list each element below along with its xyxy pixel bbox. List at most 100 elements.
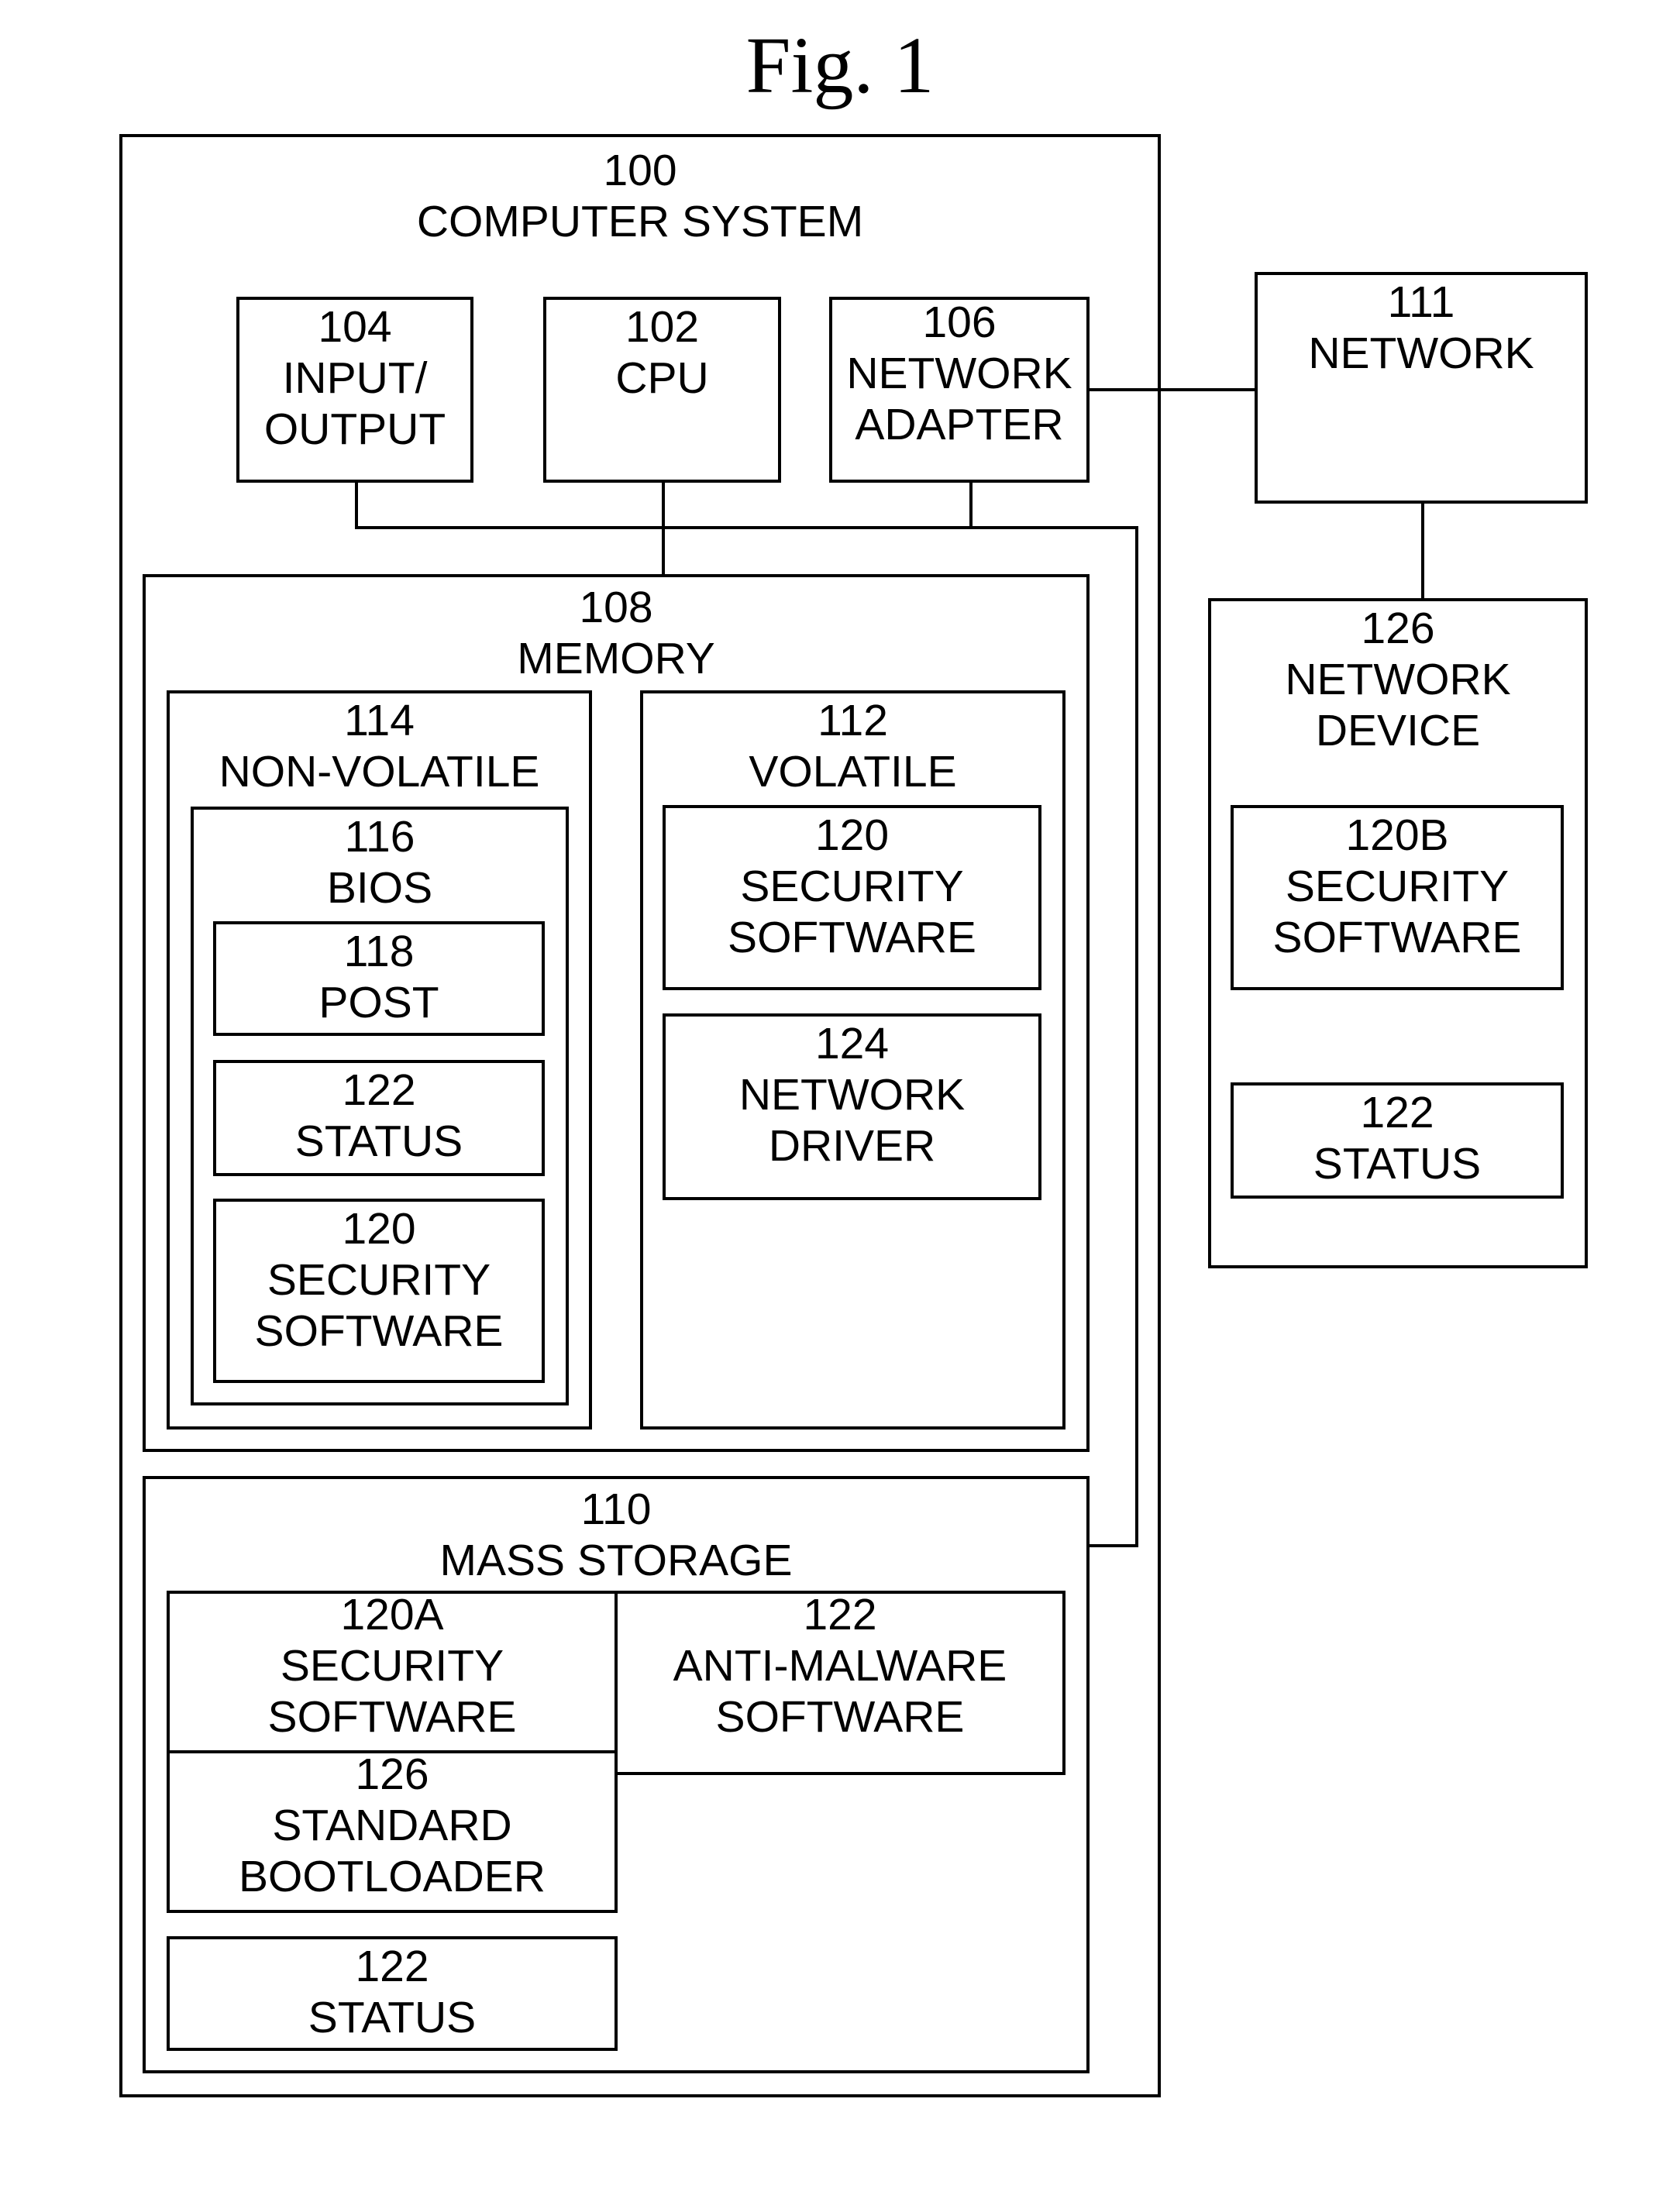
bios-status-box: 122 STATUS bbox=[213, 1060, 545, 1176]
bootloader-label: 126 STANDARD BOOTLOADER bbox=[170, 1749, 615, 1902]
volatile-name: VOLATILE bbox=[749, 747, 957, 796]
network-device-name-line2: DEVICE bbox=[1315, 706, 1481, 755]
network-adapter-number: 106 bbox=[922, 298, 997, 347]
mass-storage-bus-stub bbox=[1090, 1544, 1138, 1547]
network-device-status-box: 122 STATUS bbox=[1231, 1082, 1564, 1199]
mass-storage-number: 110 bbox=[580, 1485, 652, 1534]
network-adapter-name-line2: ADAPTER bbox=[855, 400, 1064, 449]
bios-security-software-number: 120 bbox=[342, 1204, 416, 1254]
non-volatile-label: 114 NON-VOLATILE bbox=[170, 695, 589, 797]
network-device-label: 126 NETWORK DEVICE bbox=[1211, 603, 1585, 756]
mass-storage-name: MASS STORAGE bbox=[439, 1536, 793, 1585]
mass-storage-label: 110 MASS STORAGE bbox=[146, 1484, 1086, 1586]
network-device-name-line1: NETWORK bbox=[1285, 655, 1511, 704]
network-driver-label: 124 NETWORK DRIVER bbox=[666, 1018, 1038, 1171]
bios-name: BIOS bbox=[326, 863, 433, 913]
anti-malware-name-line1: ANTI-MALWARE bbox=[673, 1641, 1007, 1691]
mass-storage-security-software-label: 120A SECURITY SOFTWARE bbox=[170, 1589, 615, 1743]
bios-security-software-name-line2: SOFTWARE bbox=[254, 1306, 504, 1356]
volatile-security-software-name-line1: SECURITY bbox=[740, 862, 964, 911]
computer-system-label: 100 COMPUTER SYSTEM bbox=[122, 145, 1158, 247]
network-adapter-name-line1: NETWORK bbox=[846, 349, 1072, 398]
mass-storage-security-software-box: 120A SECURITY SOFTWARE bbox=[167, 1589, 618, 1753]
anti-malware-box: 122 ANTI-MALWARE SOFTWARE bbox=[615, 1589, 1065, 1775]
adapter-network-connector bbox=[1090, 388, 1255, 391]
input-output-name-line2: OUTPUT bbox=[263, 404, 446, 454]
mass-storage-security-software-name-line2: SOFTWARE bbox=[267, 1692, 517, 1742]
non-volatile-number: 114 bbox=[344, 696, 415, 745]
bios-security-software-label: 120 SECURITY SOFTWARE bbox=[216, 1203, 542, 1357]
input-output-label: 104 INPUT/ OUTPUT bbox=[239, 301, 470, 455]
network-driver-number: 124 bbox=[814, 1019, 890, 1068]
memory-number: 108 bbox=[579, 583, 653, 632]
figure-title: Fig. 1 bbox=[745, 21, 935, 110]
volatile-label: 112 VOLATILE bbox=[643, 695, 1062, 797]
io-bus-drop bbox=[355, 483, 358, 529]
system-bus-vertical bbox=[1135, 526, 1138, 1547]
bios-status-label: 122 STATUS bbox=[216, 1065, 542, 1167]
network-box: 111 NETWORK bbox=[1255, 272, 1588, 504]
post-number: 118 bbox=[343, 927, 415, 976]
computer-system-number: 100 bbox=[603, 146, 677, 195]
volatile-security-software-label: 120 SECURITY SOFTWARE bbox=[666, 810, 1038, 963]
bios-security-software-box: 120 SECURITY SOFTWARE bbox=[213, 1199, 545, 1383]
cpu-label: 102 CPU bbox=[546, 301, 778, 404]
mass-storage-status-number: 122 bbox=[355, 1942, 429, 1991]
network-device-connector bbox=[1421, 504, 1424, 598]
memory-name: MEMORY bbox=[517, 634, 715, 683]
cpu-box: 102 CPU bbox=[543, 297, 781, 483]
volatile-security-software-name-line2: SOFTWARE bbox=[728, 913, 976, 962]
adapter-bus-drop bbox=[969, 483, 973, 529]
network-name: NETWORK bbox=[1308, 329, 1534, 378]
network-device-security-software-number: 120B bbox=[1345, 810, 1449, 860]
memory-label: 108 MEMORY bbox=[146, 582, 1086, 684]
anti-malware-label: 122 ANTI-MALWARE SOFTWARE bbox=[618, 1589, 1062, 1743]
volatile-security-software-number: 120 bbox=[814, 810, 890, 860]
network-device-status-label: 122 STATUS bbox=[1234, 1087, 1561, 1189]
network-device-security-software-name-line1: SECURITY bbox=[1285, 862, 1510, 911]
bios-label: 116 BIOS bbox=[194, 811, 566, 913]
post-label: 118 POST bbox=[216, 926, 542, 1028]
bootloader-number: 126 bbox=[355, 1749, 429, 1799]
bios-status-name: STATUS bbox=[294, 1116, 463, 1166]
network-device-status-number: 122 bbox=[1360, 1088, 1434, 1137]
non-volatile-name: NON-VOLATILE bbox=[219, 747, 540, 796]
mass-storage-status-name: STATUS bbox=[308, 1993, 477, 2042]
bios-status-number: 122 bbox=[342, 1065, 416, 1115]
patent-figure: Fig. 1 100 COMPUTER SYSTEM 104 INPUT/ OU… bbox=[0, 0, 1680, 2195]
bootloader-name-line2: BOOTLOADER bbox=[239, 1852, 546, 1901]
computer-system-name: COMPUTER SYSTEM bbox=[416, 197, 864, 246]
cpu-number: 102 bbox=[625, 302, 700, 352]
network-device-security-software-label: 120B SECURITY SOFTWARE bbox=[1234, 810, 1561, 963]
mass-storage-security-software-number: 120A bbox=[340, 1590, 444, 1639]
cpu-name: CPU bbox=[615, 353, 709, 403]
network-driver-name-line2: DRIVER bbox=[768, 1121, 936, 1171]
system-bus-horizontal bbox=[355, 526, 1138, 529]
volatile-security-software-box: 120 SECURITY SOFTWARE bbox=[663, 805, 1041, 990]
post-box: 118 POST bbox=[213, 921, 545, 1036]
network-label: 111 NETWORK bbox=[1258, 277, 1585, 379]
volatile-number: 112 bbox=[818, 696, 888, 745]
network-device-number: 126 bbox=[1361, 604, 1435, 653]
network-adapter-label: 106 NETWORK ADAPTER bbox=[832, 297, 1086, 450]
input-output-number: 104 bbox=[318, 302, 392, 352]
network-device-security-software-name-line2: SOFTWARE bbox=[1272, 913, 1522, 962]
bios-number: 116 bbox=[344, 812, 415, 862]
anti-malware-name-line2: SOFTWARE bbox=[715, 1692, 965, 1742]
network-device-security-software-box: 120B SECURITY SOFTWARE bbox=[1231, 805, 1564, 990]
mass-storage-security-software-name-line1: SECURITY bbox=[280, 1641, 504, 1691]
mass-storage-status-box: 122 STATUS bbox=[167, 1936, 618, 2051]
network-adapter-box: 106 NETWORK ADAPTER bbox=[829, 297, 1090, 483]
bootloader-box: 126 STANDARD BOOTLOADER bbox=[167, 1749, 618, 1913]
bootloader-name-line1: STANDARD bbox=[272, 1801, 512, 1850]
network-device-status-name: STATUS bbox=[1313, 1139, 1482, 1189]
mass-storage-status-label: 122 STATUS bbox=[170, 1941, 615, 2043]
network-number: 111 bbox=[1387, 277, 1455, 327]
anti-malware-number: 122 bbox=[803, 1590, 877, 1639]
network-driver-box: 124 NETWORK DRIVER bbox=[663, 1013, 1041, 1200]
input-output-box: 104 INPUT/ OUTPUT bbox=[236, 297, 473, 483]
post-name: POST bbox=[318, 978, 439, 1027]
input-output-name-line1: INPUT/ bbox=[282, 353, 428, 403]
network-driver-name-line1: NETWORK bbox=[738, 1070, 966, 1120]
bios-security-software-name-line1: SECURITY bbox=[267, 1255, 491, 1305]
